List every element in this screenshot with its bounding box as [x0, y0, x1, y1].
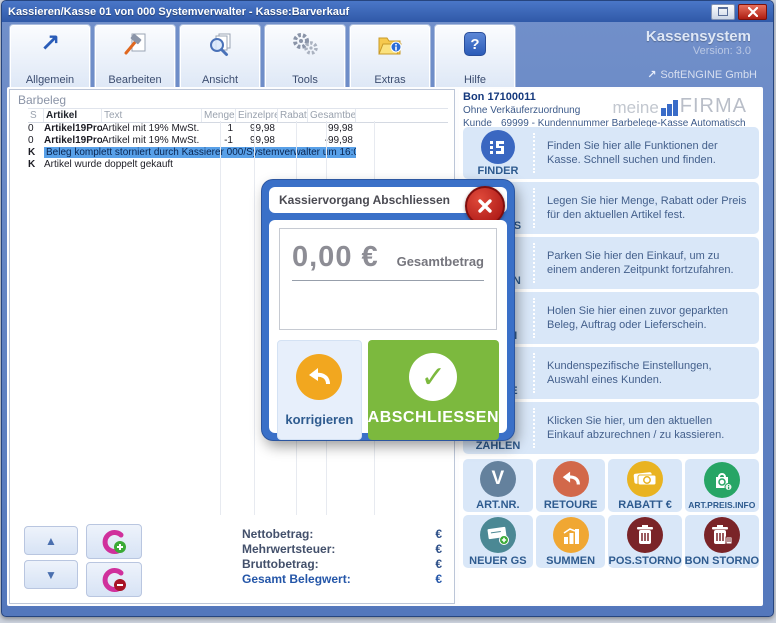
gears-icon	[292, 30, 318, 58]
restore-icon	[718, 7, 728, 16]
toolbar-button-extras[interactable]: Extras	[349, 24, 431, 91]
column-separator	[220, 121, 221, 515]
hammer-document-icon	[122, 30, 148, 58]
magnifier-document-icon	[207, 30, 233, 58]
function-finder[interactable]: FINDER Finden Sie hier alle Funktionen d…	[463, 127, 759, 179]
amount-underline	[292, 280, 484, 281]
currency-symbol: €	[435, 527, 442, 542]
bar-chart-logo-icon	[661, 100, 678, 116]
selected-note: Beleg komplett storniert durch Kassierer…	[44, 147, 356, 158]
main-toolbar: ↗ Allgemein Bearbeiten Ansicht Tools E	[9, 24, 516, 91]
total-row: Mehrwertsteuer:€	[242, 542, 442, 557]
remove-circle-icon	[100, 566, 128, 594]
scroll-up-button[interactable]: ▲	[24, 526, 78, 555]
toolbar-button-hilfe[interactable]: ? Hilfe	[434, 24, 516, 91]
button-pos-storno[interactable]: POS.STORNO	[608, 515, 681, 568]
check-circle-icon: ✓	[409, 353, 457, 401]
button-neuer-gs[interactable]: NEUER GS	[463, 515, 533, 568]
button-art-preis-info[interactable]: ART.PREIS.INFO	[685, 459, 759, 512]
add-position-button[interactable]	[86, 524, 142, 559]
toolbar-button-ansicht[interactable]: Ansicht	[179, 24, 261, 91]
app-name: Kassensystem	[646, 28, 751, 45]
down-arrow-icon: ▼	[45, 568, 57, 582]
finder-icon	[481, 130, 515, 164]
arrow-up-right-icon: ↗	[40, 30, 60, 58]
undo-arrow-icon	[296, 354, 342, 400]
restore-window-button[interactable]	[711, 4, 735, 20]
checkout-dialog: Kassiervorgang Abschliessen 0,00 € Gesam…	[262, 180, 514, 440]
button-rabatt[interactable]: RABATT €	[608, 459, 681, 512]
button-summen[interactable]: SUMMEN	[536, 515, 606, 568]
window-title: Kassieren/Kasse 01 von 000 Systemverwalt…	[8, 6, 349, 18]
table-header: S Artikel Text Menge Einzelpreis Rabatt …	[28, 108, 448, 123]
question-mark-icon: ?	[464, 30, 486, 58]
scroll-down-button[interactable]: ▼	[24, 560, 78, 589]
table-row[interactable]: K Artikel wurde doppelt gekauft	[28, 159, 448, 171]
quick-button-grid: V ART.NR. RETOURE RABATT €	[463, 459, 759, 568]
add-circle-icon	[100, 528, 128, 556]
up-arrow-icon: ▲	[45, 534, 57, 548]
receipt-table: S Artikel Text Menge Einzelpreis Rabatt …	[28, 108, 448, 171]
bar-chart-icon	[553, 517, 589, 553]
total-amount-value: 0,00 €	[292, 241, 379, 274]
totals-block: Nettobetrag:€ Mehrwertsteuer:€ Bruttobet…	[242, 527, 442, 587]
correct-button[interactable]: korrigieren	[277, 340, 362, 440]
trash-icon	[627, 517, 663, 553]
total-row-grand: Gesamt Belegwert:€	[242, 572, 442, 587]
rabatt-euro-icon	[627, 461, 663, 497]
voucher-plus-icon	[480, 517, 516, 553]
remove-position-button[interactable]	[86, 562, 142, 597]
column-separator	[254, 121, 255, 515]
close-icon	[748, 7, 758, 17]
price-info-bag-icon	[704, 462, 740, 498]
toolbar-button-tools[interactable]: Tools	[264, 24, 346, 91]
table-row[interactable]: 0 Artikel19Prozer Artikel mit 19% MwSt. …	[28, 135, 448, 147]
total-row: Nettobetrag:€	[242, 527, 442, 542]
table-row[interactable]: 0 Artikel19Prozer Artikel mit 19% MwSt. …	[28, 123, 448, 135]
total-amount-label: Gesamtbetrag	[397, 254, 484, 269]
currency-symbol: €	[435, 572, 442, 587]
toolbar-button-bearbeiten[interactable]: Bearbeiten	[94, 24, 176, 91]
button-retoure[interactable]: RETOURE	[536, 459, 606, 512]
dialog-body: 0,00 € Gesamtbetrag korrigieren ✓ ABSCHL…	[269, 220, 507, 433]
finish-button[interactable]: ✓ ABSCHLIESSEN	[368, 340, 499, 440]
meine-firma-logo: meine FIRMA	[612, 95, 747, 118]
button-art-nr[interactable]: V ART.NR.	[463, 459, 533, 512]
table-row-selected[interactable]: K Beleg komplett storniert durch Kassier…	[28, 147, 448, 159]
trash-document-icon	[704, 517, 740, 553]
toolbar-button-allgemein[interactable]: ↗ Allgemein	[9, 24, 91, 91]
link-arrow-icon: ↗	[647, 68, 656, 81]
currency-symbol: €	[435, 557, 442, 572]
amount-display: 0,00 € Gesamtbetrag	[279, 228, 497, 330]
receipt-section-label: Barbeleg	[18, 93, 66, 107]
close-window-button[interactable]	[738, 4, 767, 20]
button-bon-storno[interactable]: BON STORNO	[685, 515, 759, 568]
art-nr-icon: V	[480, 461, 516, 497]
folder-info-icon	[377, 30, 403, 58]
company-link[interactable]: ↗ SoftENGINE GmbH	[647, 68, 757, 81]
dialog-title: Kassiervorgang Abschliessen	[279, 193, 450, 207]
title-bar[interactable]: Kassieren/Kasse 01 von 000 Systemverwalt…	[2, 1, 773, 22]
total-row: Bruttobetrag:€	[242, 557, 442, 572]
close-x-icon	[477, 198, 493, 214]
brand-block: Kassensystem Version: 3.0	[646, 28, 751, 57]
currency-symbol: €	[435, 542, 442, 557]
app-version: Version: 3.0	[646, 45, 751, 57]
retoure-icon	[553, 461, 589, 497]
